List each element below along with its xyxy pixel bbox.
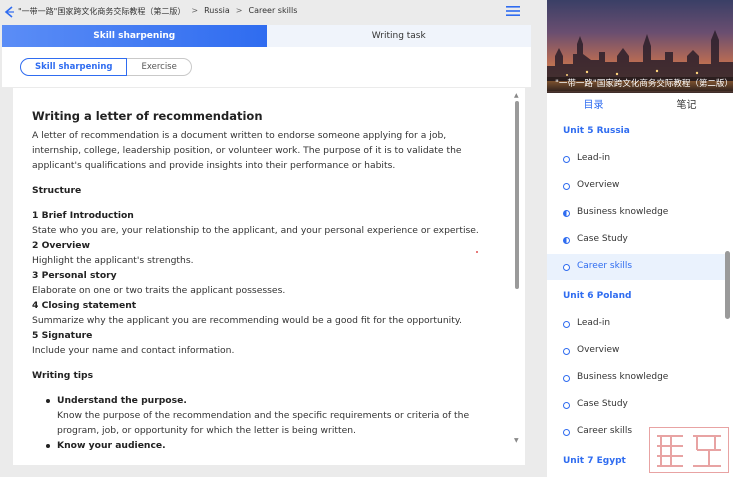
toc-item[interactable]: Case Study [547, 392, 725, 418]
progress-empty-icon [563, 264, 570, 271]
tab-notes[interactable]: 笔记 [640, 97, 733, 115]
scrollbar-thumb[interactable] [515, 101, 519, 289]
toc-item-label: Overview [577, 180, 620, 190]
unit-heading[interactable]: Unit 6 Poland [563, 291, 631, 301]
structure-item-text: Include your name and contact informatio… [32, 345, 235, 356]
lesson-panel: "一带一路"国家跨文化商务交际教程（第二版） > Russia > Career… [0, 0, 545, 477]
tab-contents[interactable]: 目录 [547, 97, 640, 115]
tip-item: Know your audience. [32, 438, 498, 453]
structure-item-heading: 1 Brief Introduction [32, 210, 134, 221]
toc-item[interactable]: Lead-in [547, 311, 725, 337]
progress-empty-icon [563, 156, 570, 163]
structure-item-text: Summarize why the applicant you are reco… [32, 315, 462, 326]
toc-item[interactable]: Overview [547, 338, 725, 364]
back-arrow-icon[interactable] [3, 5, 15, 19]
breadcrumb: "一带一路"国家跨文化商务交际教程（第二版） > Russia > Career… [18, 6, 297, 17]
document-body: Writing a letter of recommendation A let… [32, 108, 498, 453]
toc-item-label: Business knowledge [577, 207, 669, 217]
breadcrumb-page: Career skills [248, 6, 298, 15]
progress-empty-icon [563, 183, 570, 190]
toc-item-label: Business knowledge [577, 372, 669, 382]
toc-item-label: Overview [577, 345, 620, 355]
stamp-glyphs-icon [657, 435, 721, 467]
breadcrumb-separator: > [191, 6, 199, 15]
document-content: Writing a letter of recommendation A let… [13, 88, 525, 465]
sub-tab-bar: Skill sharpening Exercise [2, 47, 531, 87]
structure-list: 1 Brief Introduction State who you are, … [32, 208, 498, 358]
document-intro: A letter of recommendation is a document… [32, 130, 462, 171]
city-skyline-image [547, 30, 733, 81]
toc-item-label: Career skills [577, 426, 633, 436]
tips-heading: Writing tips [32, 370, 94, 381]
toc-item[interactable]: Lead-in [547, 146, 725, 172]
content-scrollbar[interactable]: ▲ ▼ [513, 92, 521, 444]
document-title: Writing a letter of recommendation [32, 109, 263, 123]
main-tabs: Skill sharpening Writing task [2, 25, 531, 47]
structure-item-text: State who you are, your relationship to … [32, 225, 479, 236]
top-bar: "一带一路"国家跨文化商务交际教程（第二版） > Russia > Career… [0, 0, 545, 24]
toc-item[interactable]: Overview [547, 173, 725, 199]
tip-item: Understand the purpose. Know the purpose… [32, 393, 498, 438]
progress-empty-icon [563, 348, 570, 355]
tip-heading: Understand the purpose. [57, 395, 187, 406]
tips-list: Understand the purpose. Know the purpose… [32, 393, 498, 453]
toc-item-label: Case Study [577, 234, 628, 244]
progress-empty-icon [563, 375, 570, 382]
toc-item-label: Career skills [577, 261, 633, 271]
structure-item-heading: 4 Closing statement [32, 300, 137, 311]
toc-item[interactable]: Business knowledge [547, 365, 725, 391]
tab-writing-task[interactable]: Writing task [266, 25, 531, 47]
menu-icon[interactable] [506, 5, 520, 17]
course-sidebar: "一带一路"国家跨文化商务交际教程（第二版） 目录 笔记 Unit 5 Russ… [547, 0, 733, 477]
structure-heading: Structure [32, 185, 82, 196]
toc-item-label: Lead-in [577, 153, 611, 163]
sidebar-tabs: 目录 笔记 [547, 97, 733, 115]
toc-item-current[interactable]: Career skills [547, 254, 725, 280]
sub-tabs: Skill sharpening Exercise [20, 58, 192, 76]
subtab-skill-sharpening[interactable]: Skill sharpening [20, 58, 128, 76]
unit-heading[interactable]: Unit 7 Egypt [563, 456, 626, 466]
progress-empty-icon [563, 429, 570, 436]
toc-item-label: Lead-in [577, 318, 611, 328]
table-of-contents: Unit 5 Russia Lead-in Overview Business … [547, 119, 725, 477]
cursor-dot [476, 251, 478, 253]
structure-item-text: Highlight the applicant's strengths. [32, 255, 194, 266]
watermark-stamp-icon [649, 427, 729, 473]
tip-text: Know the purpose of the recommendation a… [57, 410, 470, 436]
structure-item-text: Elaborate on one or two traits the appli… [32, 285, 286, 296]
progress-half-icon [563, 237, 570, 244]
structure-item-heading: 3 Personal story [32, 270, 117, 281]
breadcrumb-unit[interactable]: Russia [204, 6, 230, 17]
course-title: "一带一路"国家跨文化商务交际教程（第二版） [547, 77, 733, 91]
subtab-exercise[interactable]: Exercise [127, 58, 192, 76]
unit-heading[interactable]: Unit 5 Russia [563, 126, 630, 136]
breadcrumb-separator: > [235, 6, 243, 15]
progress-empty-icon [563, 402, 570, 409]
structure-item-heading: 2 Overview [32, 240, 91, 251]
scroll-up-arrow-icon[interactable]: ▲ [514, 92, 519, 99]
tab-skill-sharpening[interactable]: Skill sharpening [2, 25, 267, 47]
progress-empty-icon [563, 321, 570, 328]
toc-item[interactable]: Case Study [547, 227, 725, 253]
toc-item-label: Case Study [577, 399, 628, 409]
sidebar-scrollbar-thumb[interactable] [725, 251, 730, 319]
tip-heading: Know your audience. [57, 440, 166, 451]
toc-item[interactable]: Business knowledge [547, 200, 725, 226]
progress-half-icon [563, 210, 570, 217]
structure-item-heading: 5 Signature [32, 330, 93, 341]
course-cover-image: "一带一路"国家跨文化商务交际教程（第二版） [547, 0, 733, 93]
breadcrumb-book[interactable]: "一带一路"国家跨文化商务交际教程（第二版） [18, 6, 185, 17]
scroll-down-arrow-icon[interactable]: ▼ [514, 437, 519, 444]
